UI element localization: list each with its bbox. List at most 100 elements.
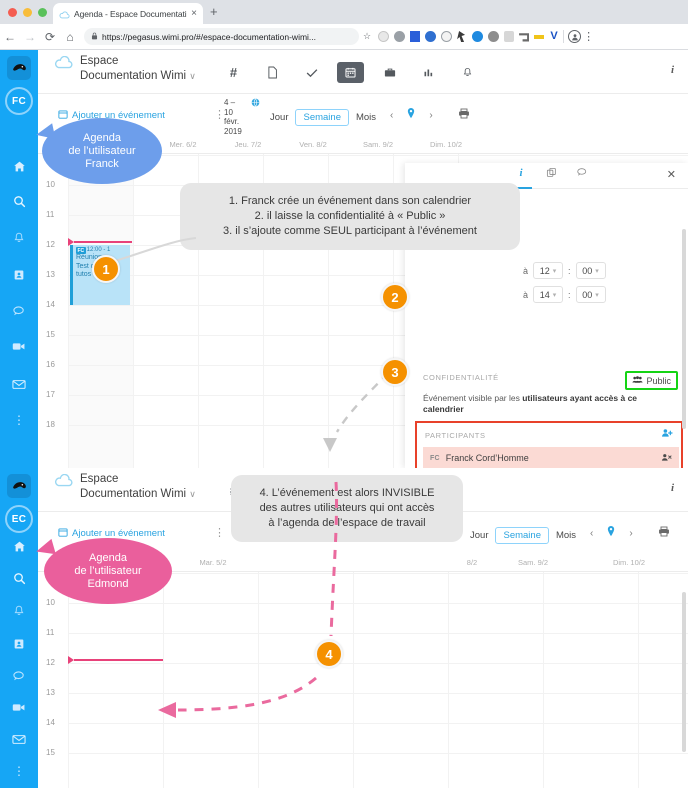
view-jour-franck[interactable]: Jour: [263, 110, 295, 125]
app-info-icon[interactable]: i: [671, 64, 674, 76]
rail-more-icon[interactable]: ⋮: [0, 413, 38, 427]
view-semaine-franck[interactable]: Semaine: [295, 109, 349, 126]
start-hour-select[interactable]: 12 ▾: [533, 262, 564, 279]
confidentiality-value: Public: [646, 375, 671, 386]
browser-tab-title: Agenda - Espace Documentati: [74, 8, 187, 19]
rail-video-icon[interactable]: [0, 701, 38, 716]
step-badge-4: 4: [315, 640, 343, 668]
extension-icon-2[interactable]: [394, 31, 406, 42]
start-minute-select[interactable]: 00 ▾: [575, 262, 606, 279]
rail-contacts-icon[interactable]: [0, 269, 38, 284]
rail-more-icon[interactable]: ⋮: [0, 764, 38, 778]
vivaldi-v-icon[interactable]: V: [549, 31, 559, 42]
extension-icon-3[interactable]: [410, 31, 421, 42]
rail-chat-icon[interactable]: [0, 305, 38, 320]
end-hour-select[interactable]: 14 ▾: [533, 286, 564, 303]
reload-icon[interactable]: ⟳: [40, 30, 60, 44]
rail-home-icon[interactable]: [0, 160, 38, 176]
browser-menu-icon[interactable]: ⋮: [583, 30, 594, 43]
avatar-edmond[interactable]: EC: [5, 505, 33, 533]
next-period-icon-edmond[interactable]: ›: [629, 528, 632, 539]
today-pin-icon-franck[interactable]: [407, 108, 415, 122]
calendar-grid-edmond[interactable]: 09 10 11 12 13 14 15: [38, 572, 688, 788]
event-time-row: FC 12:00 - 1: [76, 247, 128, 254]
extension-icon-6[interactable]: [457, 31, 466, 42]
panel-scrollbar[interactable]: [682, 229, 686, 429]
cast-icon[interactable]: [519, 33, 530, 42]
rail-bell-icon[interactable]: [0, 605, 38, 620]
participant-row[interactable]: FC Franck Cord’Homme: [423, 447, 679, 468]
home-icon[interactable]: ⌂: [60, 30, 80, 44]
print-icon-franck[interactable]: [458, 108, 470, 122]
nav-projects-icon[interactable]: [376, 62, 403, 83]
start-prefix: à: [523, 265, 529, 276]
tab-info[interactable]: i: [510, 167, 532, 179]
avatar-franck[interactable]: FC: [5, 87, 33, 115]
tab-attachments[interactable]: [540, 167, 562, 181]
prev-period-icon-franck[interactable]: ‹: [390, 110, 393, 121]
close-icon[interactable]: ×: [191, 8, 197, 19]
wimi-logo-icon[interactable]: [7, 56, 31, 80]
profile-avatar-icon[interactable]: [568, 30, 582, 43]
chevron-down-icon[interactable]: ∨: [189, 489, 196, 499]
rail-search-icon[interactable]: [0, 572, 38, 588]
extension-icon-7[interactable]: [472, 31, 484, 42]
minimize-window-button[interactable]: [23, 8, 32, 17]
close-panel-icon[interactable]: ✕: [667, 168, 676, 181]
view-mois-franck[interactable]: Mois: [349, 110, 383, 125]
bookmark-star-icon[interactable]: ☆: [363, 31, 371, 42]
rail-bell-icon[interactable]: [0, 232, 38, 247]
space-subtitle[interactable]: Documentation Wimi ∨: [80, 69, 196, 83]
view-mois-edmond[interactable]: Mois: [549, 528, 583, 543]
nav-notifications-icon[interactable]: [454, 62, 481, 83]
extension-icon-9[interactable]: [504, 31, 515, 42]
rail-search-icon[interactable]: [0, 195, 38, 211]
rail-mail-icon[interactable]: [0, 378, 38, 393]
end-minute-select[interactable]: 00 ▾: [575, 286, 606, 303]
time-separator-2: :: [568, 289, 571, 300]
view-jour-edmond[interactable]: Jour: [463, 528, 495, 543]
address-bar[interactable]: https://pegasus.wimi.pro/#/espace-docume…: [84, 28, 359, 45]
browser-tab[interactable]: Agenda - Espace Documentati ×: [53, 3, 203, 24]
app-info-icon-edmond[interactable]: i: [671, 482, 674, 494]
back-icon[interactable]: ←: [0, 30, 20, 44]
extension-icon-8[interactable]: [488, 31, 500, 42]
prev-period-icon-edmond[interactable]: ‹: [590, 528, 593, 539]
day-label-franck-3: Sam. 9/2: [362, 140, 393, 149]
nav-tasks-icon[interactable]: [298, 62, 325, 83]
rail-contacts-icon[interactable]: [0, 638, 38, 653]
remove-participant-icon[interactable]: [661, 453, 672, 464]
close-window-button[interactable]: [8, 8, 17, 17]
new-tab-button[interactable]: +: [210, 5, 218, 18]
nav-documents-icon[interactable]: [259, 62, 286, 83]
print-icon-edmond[interactable]: [658, 526, 670, 540]
extension-icon-5[interactable]: [441, 31, 453, 42]
edmond-scrollbar[interactable]: [682, 592, 686, 752]
nav-reports-icon[interactable]: [415, 62, 442, 83]
space-cloud-icon: [54, 473, 74, 488]
day-label-franck-1: Jeu. 7/2: [234, 140, 262, 149]
timezone-globe-icon[interactable]: [251, 98, 260, 109]
tab-comments[interactable]: [571, 167, 593, 180]
rail-chat-icon[interactable]: [0, 670, 38, 685]
confidentiality-public-button[interactable]: Public: [625, 371, 678, 390]
today-pin-icon-edmond[interactable]: [607, 526, 615, 540]
add-participant-icon[interactable]: [661, 428, 673, 441]
nav-calendar-icon[interactable]: [337, 62, 364, 83]
calendar-overflow-icon-edmond[interactable]: ⋮: [214, 526, 225, 539]
forward-icon[interactable]: →: [20, 30, 40, 44]
extension-icon-4[interactable]: [425, 31, 437, 42]
calendar-nav-franck: ‹ ›: [390, 108, 433, 122]
chevron-down-icon[interactable]: ∨: [189, 71, 196, 81]
space-subtitle-edmond[interactable]: Documentation Wimi ∨: [80, 487, 196, 501]
rail-mail-icon[interactable]: [0, 733, 38, 748]
next-period-icon-franck[interactable]: ›: [429, 110, 432, 121]
extension-icon-1[interactable]: [378, 31, 390, 42]
nav-channels-icon[interactable]: #: [220, 62, 247, 83]
rail-home-icon[interactable]: [0, 540, 38, 556]
wimi-logo-icon[interactable]: [7, 474, 31, 498]
maximize-window-button[interactable]: [38, 8, 47, 17]
extension-icon-10[interactable]: [534, 34, 545, 39]
view-semaine-edmond[interactable]: Semaine: [495, 527, 549, 544]
rail-video-icon[interactable]: [0, 340, 38, 355]
